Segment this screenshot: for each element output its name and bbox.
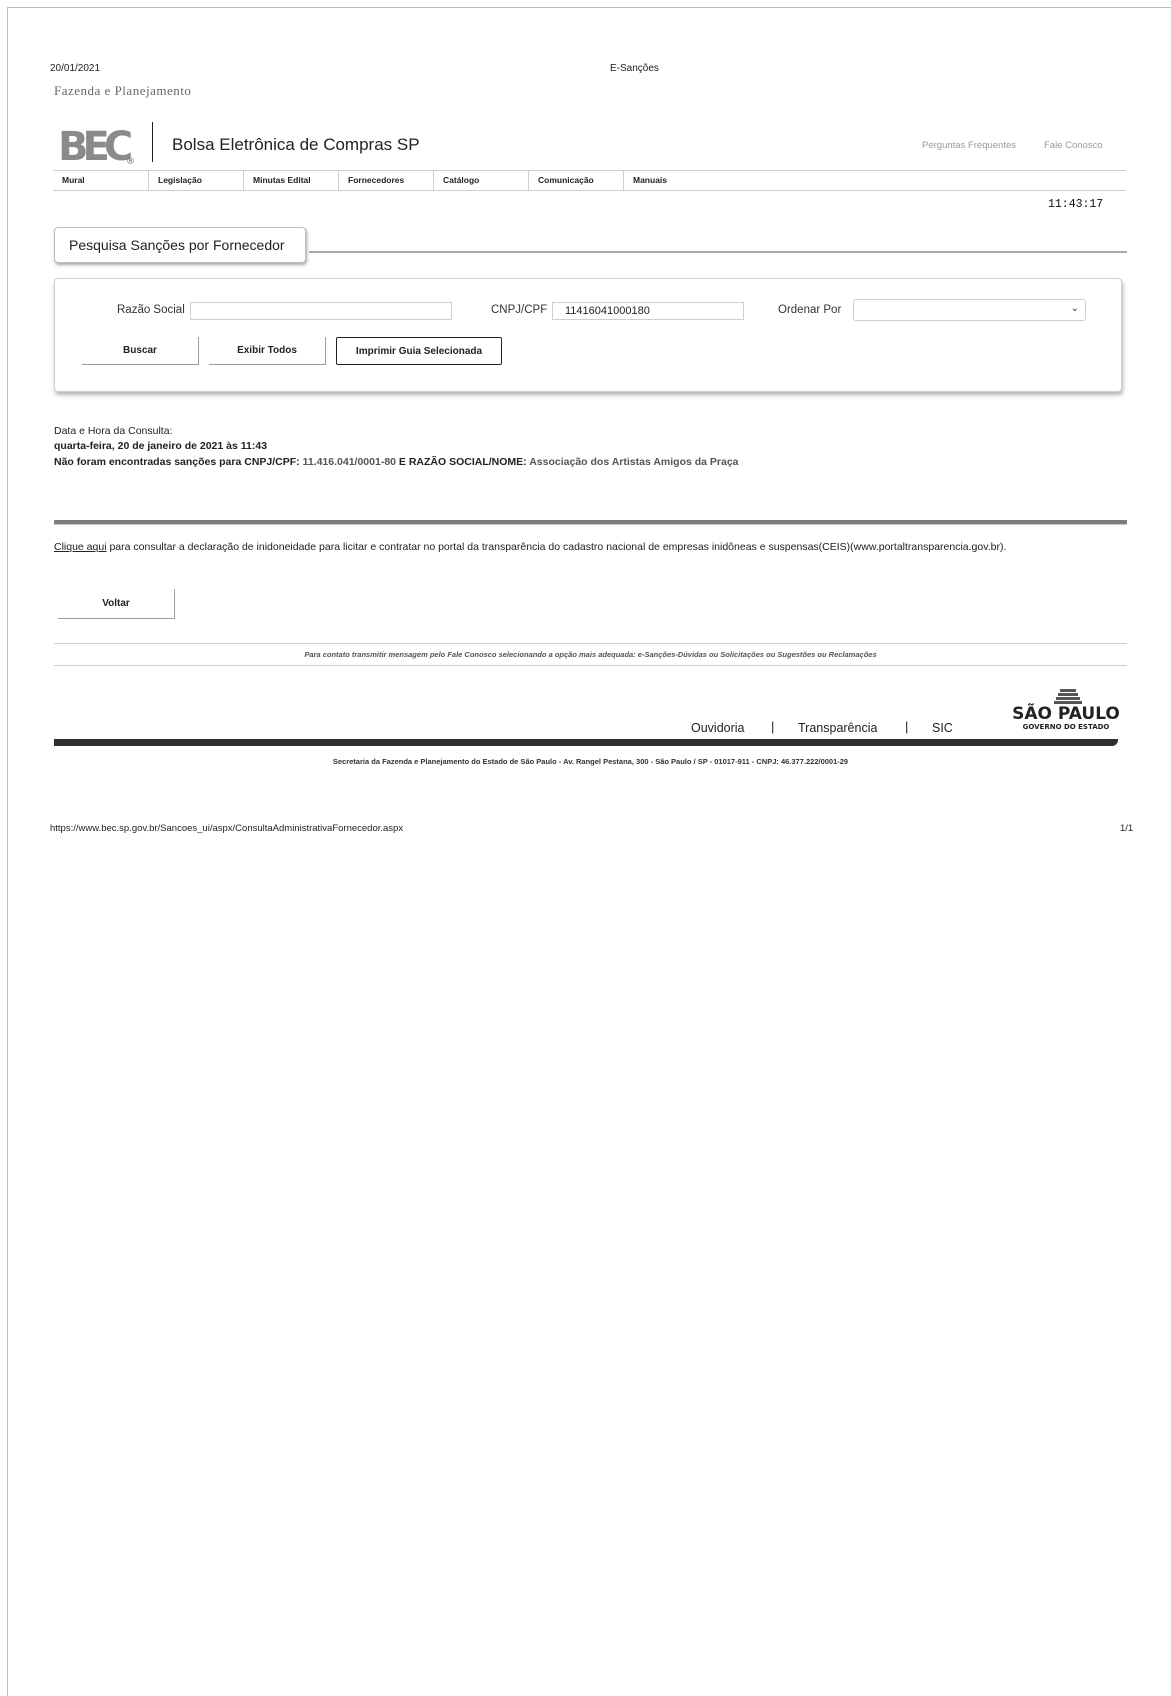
site-name: Bolsa Eletrônica de Compras SP <box>172 135 420 154</box>
footer-separator: | <box>771 719 775 734</box>
svg-text:BEC: BEC <box>58 124 131 166</box>
section-divider <box>54 520 1127 525</box>
nav-item-fornecedores[interactable]: Fornecedores <box>338 171 433 190</box>
tab-label: Pesquisa Sanções por Fornecedor <box>69 237 285 253</box>
ceis-link[interactable]: Clique aqui <box>54 541 107 553</box>
ouvidoria-link[interactable]: Ouvidoria <box>691 721 745 735</box>
brand-subtitle: Fazenda e Planejamento <box>54 83 192 98</box>
chevron-down-icon: ⌄ <box>1070 303 1079 314</box>
transparencia-link[interactable]: Transparência <box>798 721 877 735</box>
logo-separator <box>152 122 153 162</box>
print-title: E-Sanções <box>610 63 659 74</box>
result-message: Não foram encontradas sanções para CNPJ/… <box>54 456 739 468</box>
clock: 11:43:17 <box>1048 198 1104 211</box>
order-by-select[interactable]: ⌄ <box>853 299 1086 321</box>
faq-link[interactable]: Perguntas Frequentes <box>922 140 1016 151</box>
nav-item-catalogo[interactable]: Catálogo <box>433 171 528 190</box>
tab-search-sanctions[interactable]: Pesquisa Sanções por Fornecedor <box>54 227 306 263</box>
footer-separator: | <box>905 719 909 734</box>
query-datetime: quarta-feira, 20 de janeiro de 2021 às 1… <box>54 440 268 452</box>
svg-text:SÃO PAULO: SÃO PAULO <box>1012 701 1120 724</box>
svg-text:®: ® <box>126 157 135 166</box>
bec-logo[interactable]: BEC ® <box>58 124 140 166</box>
cnpj-label: CNPJ/CPF <box>491 304 548 316</box>
footer-address: Secretaria da Fazenda e Planejamento do … <box>332 757 849 766</box>
ceis-text: para consultar a declaração de inidoneid… <box>106 541 1007 553</box>
sao-paulo-government-logo: SÃO PAULO GOVERNO DO ESTADO <box>1012 689 1120 731</box>
footer-bar <box>54 739 1118 746</box>
result-mid: E RAZÃO SOCIAL/NOME: <box>396 456 530 468</box>
nav-item-comunicacao[interactable]: Comunicação <box>528 171 623 190</box>
contact-note: Para contato transmitir mensagem pelo Fa… <box>54 643 1127 666</box>
result-name: Associação dos Artistas Amigos da Praça <box>529 456 739 468</box>
main-nav: Mural Legislação Minutas Edital Forneced… <box>53 170 1126 191</box>
back-button[interactable]: Voltar <box>58 589 175 619</box>
svg-text:GOVERNO DO ESTADO: GOVERNO DO ESTADO <box>1023 723 1110 731</box>
sic-link[interactable]: SIC <box>932 721 953 735</box>
contact-link[interactable]: Fale Conosco <box>1044 140 1103 151</box>
page-number: 1/1 <box>1120 823 1134 834</box>
show-all-button[interactable]: Exibir Todos <box>209 337 326 365</box>
print-guide-button[interactable]: Imprimir Guia Selecionada <box>336 337 502 365</box>
print-date: 20/01/2021 <box>50 63 101 74</box>
cnpj-input[interactable] <box>552 302 744 320</box>
razao-social-input[interactable] <box>190 302 452 320</box>
nav-item-legislacao[interactable]: Legislação <box>148 171 243 190</box>
ceis-notice: Clique aqui para consultar a declaração … <box>54 541 1006 553</box>
result-prefix: Não foram encontradas sanções para CNPJ/… <box>54 456 303 468</box>
search-panel: Razão Social CNPJ/CPF Ordenar Por ⌄ Busc… <box>54 278 1122 392</box>
nav-item-mural[interactable]: Mural <box>53 171 148 190</box>
nav-item-manuais[interactable]: Manuais <box>623 171 718 190</box>
nav-item-minutas-edital[interactable]: Minutas Edital <box>243 171 338 190</box>
razao-social-label: Razão Social <box>117 304 185 316</box>
query-datetime-label: Data e Hora da Consulta: <box>54 425 173 437</box>
tab-underline <box>309 251 1127 253</box>
print-url: https://www.bec.sp.gov.br/Sancoes_ui/asp… <box>50 823 404 834</box>
order-by-label: Ordenar Por <box>778 304 842 316</box>
search-button[interactable]: Buscar <box>82 337 199 365</box>
result-cnpj: 11.416.041/0001-80 <box>302 456 397 468</box>
